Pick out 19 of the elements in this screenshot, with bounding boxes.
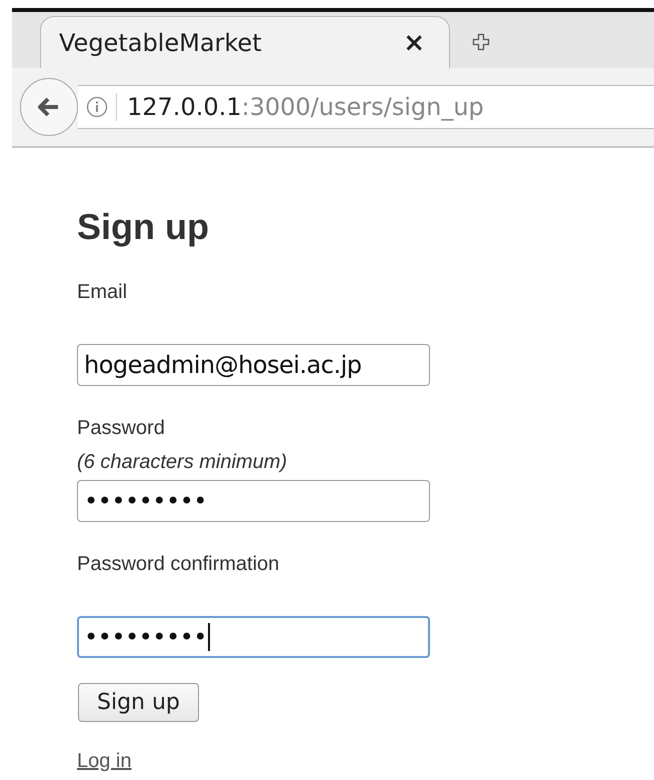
field-label: Password confirmation: [77, 552, 280, 576]
browser-tab[interactable]: VegetableMarket ×: [40, 16, 450, 68]
info-icon[interactable]: [86, 96, 108, 118]
input-field[interactable]: •••••••••: [77, 616, 430, 658]
log-in-link[interactable]: Log in: [77, 749, 132, 773]
tab-title: VegetableMarket: [59, 28, 263, 56]
new-tab-icon[interactable]: [472, 33, 490, 51]
field-label: Email: [77, 280, 128, 304]
back-arrow-icon: [38, 97, 60, 117]
field-hint: (6 characters minimum): [77, 450, 288, 475]
text-cursor: [208, 623, 210, 651]
address-bar[interactable]: 127.0.0.1:3000/users/sign_up: [78, 85, 654, 129]
input-field[interactable]: •••••••••: [77, 480, 430, 522]
field-label: Password: [77, 416, 166, 440]
close-tab-button[interactable]: ×: [403, 30, 425, 56]
input-field[interactable]: hogeadmin@hosei.ac.jp: [77, 344, 430, 386]
page-heading: Sign up: [77, 207, 210, 247]
url-text: 127.0.0.1:3000/users/sign_up: [127, 93, 484, 121]
sign-up-button[interactable]: Sign up: [78, 683, 199, 722]
